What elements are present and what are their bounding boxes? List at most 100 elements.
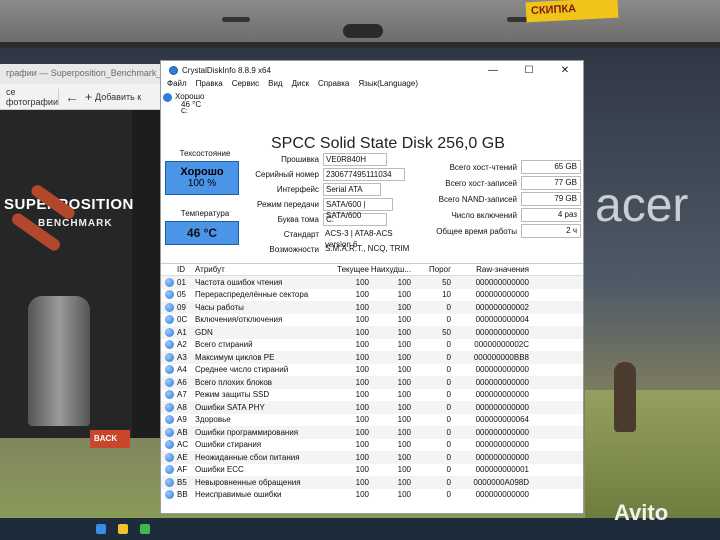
attr-raw: 000000000000 <box>475 327 529 337</box>
info-label: Прошивка <box>281 155 319 164</box>
col-worst[interactable]: Наихудш... <box>369 265 411 274</box>
taskbar-app-icon[interactable] <box>118 524 128 534</box>
table-row[interactable]: A9 Здоровье 100 100 0 000000000064 <box>161 414 583 427</box>
status-good-icon <box>164 352 174 362</box>
transfer-mode-value: SATA/600 | SATA/600 <box>323 198 393 220</box>
attr-raw: 000000000002 <box>475 302 529 312</box>
attr-current: 100 <box>355 340 369 350</box>
attr-threshold: 0 <box>446 402 451 412</box>
table-row[interactable]: AF Ошибки ECC 100 100 0 000000000001 <box>161 464 583 477</box>
table-row[interactable]: BB Неисправимые ошибки 100 100 0 000000000000 <box>161 489 583 502</box>
menu-disk[interactable]: Диск <box>292 79 309 91</box>
attr-threshold: 10 <box>442 290 451 300</box>
attr-name: Ошибки ECC <box>195 465 244 475</box>
status-dot-icon <box>161 465 177 475</box>
info-label: Стандарт <box>283 230 319 239</box>
back-arrow-icon[interactable]: ← <box>58 88 85 105</box>
attr-current: 100 <box>355 290 369 300</box>
status-good-icon <box>164 390 174 400</box>
menu-edit[interactable]: Правка <box>196 79 223 91</box>
table-row[interactable]: AC Ошибки стирания 100 100 0 000000000000 <box>161 439 583 452</box>
attr-worst: 100 <box>397 315 411 325</box>
attr-worst: 100 <box>397 452 411 462</box>
table-row[interactable]: AE Неожиданные сбои питания 100 100 0 0000000… <box>161 451 583 464</box>
col-attribute[interactable]: Атрибут <box>195 265 333 274</box>
attr-threshold: 50 <box>442 277 451 287</box>
table-row[interactable]: A3 Максимум циклов PE 100 100 0 000000000BB8 <box>161 351 583 364</box>
attr-current: 100 <box>355 365 369 375</box>
attr-raw: 0000000A098D <box>473 477 529 487</box>
back-button[interactable]: BACK <box>90 430 130 448</box>
col-threshold[interactable]: Порог <box>411 265 451 274</box>
table-row[interactable]: 0C Включения/отключения 100 100 0 00000000000… <box>161 314 583 327</box>
attr-raw: 000000000000 <box>475 290 529 300</box>
table-row[interactable]: AB Ошибки программирования 100 100 0 00000000… <box>161 426 583 439</box>
attr-id: A7 <box>177 390 187 400</box>
table-row[interactable]: A4 Среднее число стираний 100 100 0 000000000… <box>161 364 583 377</box>
table-row[interactable]: 05 Перераспределённые сектора 100 100 10 0000… <box>161 289 583 302</box>
table-row[interactable]: 09 Часы работы 100 100 0 000000000002 <box>161 301 583 314</box>
title-bar: CrystalDiskInfo 8.8.9 x64 — ☐ ✕ <box>161 61 583 79</box>
status-dot-icon <box>161 340 177 350</box>
attr-current: 100 <box>355 427 369 437</box>
maximize-button[interactable]: ☐ <box>511 65 547 76</box>
power-on-count-value: 4 раз <box>521 208 581 222</box>
window-title: CrystalDiskInfo 8.8.9 x64 <box>182 65 271 75</box>
attr-threshold: 0 <box>446 390 451 400</box>
crystaldiskinfo-window: CrystalDiskInfo 8.8.9 x64 — ☐ ✕ Файл Пра… <box>160 60 584 514</box>
attr-raw: 000000000001 <box>475 465 529 475</box>
attr-threshold: 0 <box>446 427 451 437</box>
attr-name: Включения/отключения <box>195 315 283 325</box>
drive-selector[interactable]: Хорошо 46 °C C: <box>161 91 223 115</box>
status-good-icon <box>164 402 174 412</box>
temperature-box[interactable]: 46 °C <box>165 221 239 245</box>
col-id[interactable]: ID <box>177 265 195 274</box>
attr-threshold: 0 <box>446 340 451 350</box>
attr-raw: 000000000000 <box>475 452 529 462</box>
attr-worst: 100 <box>397 477 411 487</box>
menu-help[interactable]: Справка <box>318 79 349 91</box>
status-dot-icon <box>161 402 177 412</box>
close-button[interactable]: ✕ <box>547 65 583 76</box>
attr-threshold: 0 <box>446 477 451 487</box>
attr-raw: 000000000BB8 <box>473 352 529 362</box>
attr-id: A8 <box>177 402 187 412</box>
status-dot-icon <box>161 415 177 425</box>
menu-view[interactable]: Вид <box>268 79 282 91</box>
col-current[interactable]: Текущее <box>333 265 369 274</box>
attr-id: 05 <box>177 290 186 300</box>
disk-model: SPCC Solid State Disk 256,0 GB <box>271 135 505 152</box>
taskbar-app-icon[interactable] <box>140 524 150 534</box>
menu-file[interactable]: Файл <box>167 79 187 91</box>
attr-id: 0C <box>177 315 188 325</box>
table-row[interactable]: A6 Всего плохих блоков 100 100 0 000000000000 <box>161 376 583 389</box>
col-raw[interactable]: Raw-значения <box>451 265 529 274</box>
attr-name: Всего стираний <box>195 340 253 350</box>
taskbar-app-icon[interactable] <box>96 524 106 534</box>
attr-id: AE <box>177 452 188 462</box>
attr-name: Ошибки стирания <box>195 440 262 450</box>
attr-current: 100 <box>355 302 369 312</box>
tank-illustration <box>28 296 90 426</box>
attr-name: Перераспределённые сектора <box>195 290 309 300</box>
attr-id: A6 <box>177 377 187 387</box>
table-row[interactable]: A1 GDN 100 100 50 000000000000 <box>161 326 583 339</box>
health-status-box[interactable]: Хорошо 100 % <box>165 161 239 195</box>
attr-current: 100 <box>355 440 369 450</box>
table-row[interactable]: A2 Всего стираний 100 100 0 00000000002C <box>161 339 583 352</box>
minimize-button[interactable]: — <box>475 65 511 76</box>
attr-threshold: 0 <box>446 377 451 387</box>
menu-language[interactable]: Язык(Language) <box>358 79 418 91</box>
table-row[interactable]: A7 Режим защиты SSD 100 100 0 000000000000 <box>161 389 583 402</box>
health-caption: Техсостояние <box>179 149 231 158</box>
photos-tab[interactable]: се фотографии <box>0 87 58 107</box>
attr-id: BB <box>177 490 188 500</box>
table-row[interactable]: A8 Ошибки SATA PHY 100 100 0 000000000000 <box>161 401 583 414</box>
add-to-button[interactable]: Добавить к <box>95 92 141 102</box>
attr-name: Ошибки программирования <box>195 427 299 437</box>
table-row[interactable]: B5 Невыровненные обращения 100 100 0 0000000A… <box>161 476 583 489</box>
menu-service[interactable]: Сервис <box>232 79 259 91</box>
attr-current: 100 <box>355 315 369 325</box>
stat-label: Всего NAND-записей <box>438 195 517 204</box>
table-row[interactable]: 01 Частота ошибок чтения 100 100 50 000000000… <box>161 276 583 289</box>
